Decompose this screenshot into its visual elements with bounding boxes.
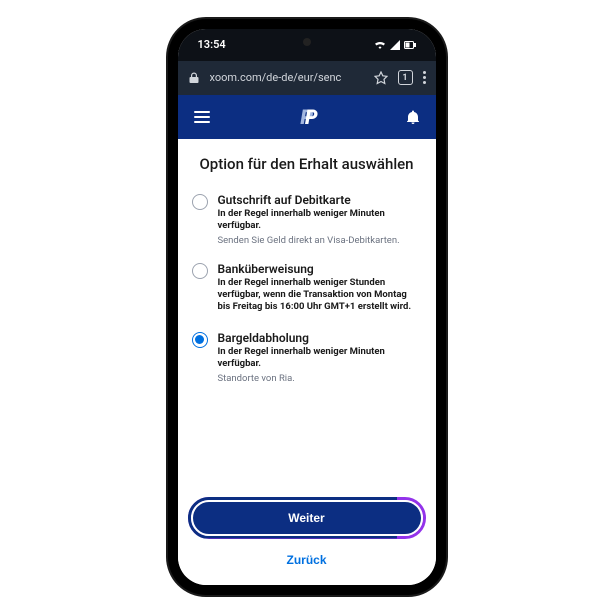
status-time: 13:54 xyxy=(198,38,226,51)
option-body: Gutschrift auf Debitkarte In der Regel i… xyxy=(218,193,422,248)
footer: Weiter Zurück xyxy=(178,483,436,585)
continue-button[interactable]: Weiter xyxy=(191,500,423,536)
continue-button-highlight: Weiter xyxy=(188,497,426,539)
camera-dot xyxy=(303,38,311,46)
radio-debit[interactable] xyxy=(192,194,208,210)
phone-frame: 13:54 xoom.com/de-de/eur/senc 1 PP Optio… xyxy=(168,19,446,595)
paypal-logo: PP xyxy=(300,105,314,129)
lock-icon xyxy=(188,72,200,84)
signal-icon xyxy=(390,40,400,50)
status-icons xyxy=(374,40,416,50)
tab-count[interactable]: 1 xyxy=(398,70,413,85)
app-header: PP xyxy=(178,95,436,139)
battery-icon xyxy=(404,40,416,50)
option-cash[interactable]: Bargeldabholung In der Regel innerhalb w… xyxy=(192,331,422,386)
option-note: Senden Sie Geld direkt an Visa-Debitkart… xyxy=(218,235,422,247)
wifi-icon xyxy=(374,40,386,50)
option-note: Standorte von Ria. xyxy=(218,373,422,385)
page-title: Option für den Erhalt auswählen xyxy=(192,155,422,173)
radio-bank[interactable] xyxy=(192,263,208,279)
url-text[interactable]: xoom.com/de-de/eur/senc xyxy=(210,71,364,84)
screen: 13:54 xoom.com/de-de/eur/senc 1 PP Optio… xyxy=(178,29,436,585)
option-title: Banküberweisung xyxy=(218,262,422,276)
more-icon[interactable] xyxy=(423,71,426,84)
option-title: Gutschrift auf Debitkarte xyxy=(218,193,422,207)
option-body: Banküberweisung In der Regel innerhalb w… xyxy=(218,262,422,317)
option-body: Bargeldabholung In der Regel innerhalb w… xyxy=(218,331,422,386)
option-title: Bargeldabholung xyxy=(218,331,422,345)
radio-cash[interactable] xyxy=(192,332,208,348)
star-icon[interactable] xyxy=(374,71,388,85)
option-subtitle: In der Regel innerhalb weniger Minuten v… xyxy=(218,346,422,371)
option-debit[interactable]: Gutschrift auf Debitkarte In der Regel i… xyxy=(192,193,422,248)
bell-icon[interactable] xyxy=(406,110,420,124)
option-bank[interactable]: Banküberweisung In der Regel innerhalb w… xyxy=(192,262,422,317)
option-subtitle: In der Regel innerhalb weniger Stunden v… xyxy=(218,277,422,314)
menu-icon[interactable] xyxy=(194,111,210,123)
back-button[interactable]: Zurück xyxy=(188,547,426,573)
option-subtitle: In der Regel innerhalb weniger Minuten v… xyxy=(218,208,422,233)
home-indicator[interactable] xyxy=(267,578,347,581)
browser-bar: xoom.com/de-de/eur/senc 1 xyxy=(178,61,436,95)
content-area: Option für den Erhalt auswählen Gutschri… xyxy=(178,139,436,483)
